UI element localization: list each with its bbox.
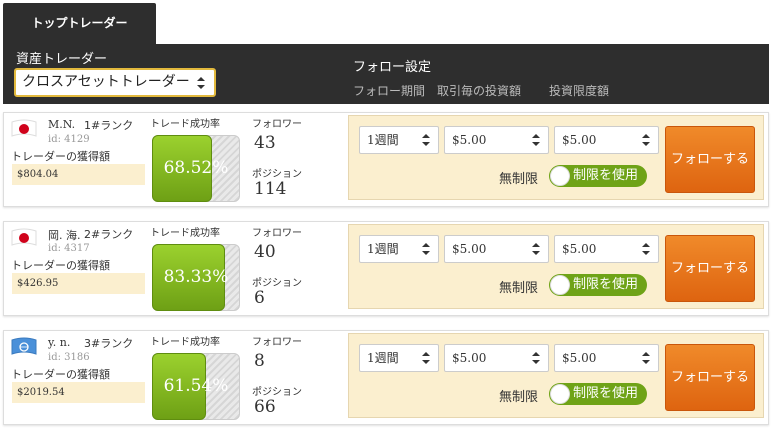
no-limit-label: 無制限	[499, 390, 539, 405]
positions-count: 66	[254, 397, 276, 417]
trader-name[interactable]: 岡. 海.	[48, 227, 81, 243]
trader-id: id: 4129	[48, 134, 90, 145]
earned-label: トレーダーの獲得額	[11, 150, 110, 163]
tab-bar: トップトレーダー	[0, 0, 772, 45]
success-rate-label: トレード成功率	[150, 119, 220, 130]
follow-period-value: 1週間	[367, 351, 399, 365]
select-arrows-icon	[422, 352, 430, 364]
earned-label: トレーダーの獲得額	[11, 259, 110, 272]
no-limit-label: 無制限	[499, 172, 539, 187]
per-trade-amount-value: $5.00	[452, 242, 487, 256]
column-per-trade-amount: 取引毎の投資額	[437, 84, 522, 98]
followers-label: フォロワー	[252, 228, 302, 239]
trader-id: id: 3186	[48, 352, 90, 363]
select-arrows-icon	[532, 134, 540, 146]
trader-rank: 3#ランク	[84, 337, 134, 350]
success-rate-label: トレード成功率	[150, 228, 220, 239]
column-follow-period: フォロー期間	[353, 84, 426, 98]
earned-amount: $2019.54	[12, 382, 145, 403]
use-limit-label: 制限を使用	[573, 386, 639, 401]
success-rate-value: 83.33%	[163, 267, 229, 287]
followers-label: フォロワー	[252, 337, 302, 348]
use-limit-toggle[interactable]: 制限を使用	[549, 274, 647, 296]
select-arrows-icon	[422, 243, 430, 255]
investment-limit-select[interactable]: $5.00	[554, 126, 659, 154]
success-rate-value: 61.54%	[163, 376, 229, 396]
per-trade-amount-value: $5.00	[452, 133, 487, 147]
earned-label: トレーダーの獲得額	[11, 368, 110, 381]
trader-row: y. n. 3#ランク id: 3186 トレーダーの獲得額 $2019.54 …	[3, 330, 769, 425]
followers-label: フォロワー	[252, 119, 302, 130]
select-arrows-icon	[422, 134, 430, 146]
trader-row: 岡. 海. 2#ランク id: 4317 トレーダーの獲得額 $426.95 ト…	[3, 221, 769, 316]
followers-count: 40	[254, 242, 276, 262]
investment-limit-value: $5.00	[562, 133, 597, 147]
un-flag-icon	[11, 337, 37, 355]
per-trade-amount-select[interactable]: $5.00	[444, 235, 549, 263]
positions-label: ポジション	[252, 278, 302, 289]
follow-settings-title: フォロー設定	[353, 60, 432, 75]
per-trade-amount-select[interactable]: $5.00	[444, 126, 549, 154]
select-arrows-icon	[532, 352, 540, 364]
followers-count: 8	[254, 351, 265, 371]
toggle-knob	[550, 275, 570, 295]
follow-period-value: 1週間	[367, 133, 399, 147]
follow-period-value: 1週間	[367, 242, 399, 256]
trader-name[interactable]: y. n.	[48, 336, 70, 349]
follow-button[interactable]: フォローする	[665, 344, 755, 411]
column-investment-limit: 投資限度額	[549, 84, 610, 98]
trader-row: M.N. 1#ランク id: 4129 トレーダーの獲得額 $804.04 トレ…	[3, 112, 769, 207]
investment-limit-value: $5.00	[562, 242, 597, 256]
follow-period-select[interactable]: 1週間	[359, 235, 439, 263]
follow-period-select[interactable]: 1週間	[359, 344, 439, 372]
follow-settings-panel: 1週間 $5.00 $5.00 無制限 制限を使用 フォローする	[348, 333, 764, 418]
japan-flag-icon	[11, 228, 37, 246]
japan-flag-icon	[11, 119, 37, 137]
asset-trader-label: 資産トレーダー	[16, 52, 108, 67]
earned-amount: $804.04	[12, 164, 145, 185]
success-rate-value: 68.52%	[163, 158, 229, 178]
earned-amount: $426.95	[12, 273, 145, 294]
select-arrows-icon	[642, 134, 650, 146]
asset-trader-select-value: クロスアセットトレーダー	[22, 74, 190, 90]
investment-limit-select[interactable]: $5.00	[554, 344, 659, 372]
follow-period-select[interactable]: 1週間	[359, 126, 439, 154]
trader-rank: 1#ランク	[84, 119, 134, 132]
use-limit-toggle[interactable]: 制限を使用	[549, 383, 647, 405]
positions-count: 114	[254, 179, 287, 199]
follow-button[interactable]: フォローする	[665, 126, 755, 193]
investment-limit-value: $5.00	[562, 351, 597, 365]
use-limit-toggle[interactable]: 制限を使用	[549, 165, 647, 187]
positions-label: ポジション	[252, 387, 302, 398]
tab-top-traders[interactable]: トップトレーダー	[3, 3, 156, 45]
trader-name[interactable]: M.N.	[48, 118, 75, 131]
per-trade-amount-select[interactable]: $5.00	[444, 344, 549, 372]
follow-settings-panel: 1週間 $5.00 $5.00 無制限 制限を使用 フォローする	[348, 224, 764, 309]
use-limit-label: 制限を使用	[573, 168, 639, 183]
trader-id: id: 4317	[48, 243, 90, 254]
select-arrows-icon	[197, 77, 205, 89]
select-arrows-icon	[532, 243, 540, 255]
asset-trader-select[interactable]: クロスアセットトレーダー	[14, 68, 216, 97]
per-trade-amount-value: $5.00	[452, 351, 487, 365]
follow-button[interactable]: フォローする	[665, 235, 755, 302]
follow-settings-panel: 1週間 $5.00 $5.00 無制限 制限を使用 フォローする	[348, 115, 764, 200]
select-arrows-icon	[642, 243, 650, 255]
toggle-knob	[550, 166, 570, 186]
positions-count: 6	[254, 288, 265, 308]
toggle-knob	[550, 384, 570, 404]
trader-rank: 2#ランク	[84, 228, 134, 241]
no-limit-label: 無制限	[499, 281, 539, 296]
positions-label: ポジション	[252, 169, 302, 180]
use-limit-label: 制限を使用	[573, 277, 639, 292]
success-rate-label: トレード成功率	[150, 337, 220, 348]
followers-count: 43	[254, 133, 276, 153]
follow-settings-header: 資産トレーダー クロスアセットトレーダー フォロー設定 フォロー期間 取引毎の投…	[3, 44, 769, 104]
select-arrows-icon	[642, 352, 650, 364]
investment-limit-select[interactable]: $5.00	[554, 235, 659, 263]
